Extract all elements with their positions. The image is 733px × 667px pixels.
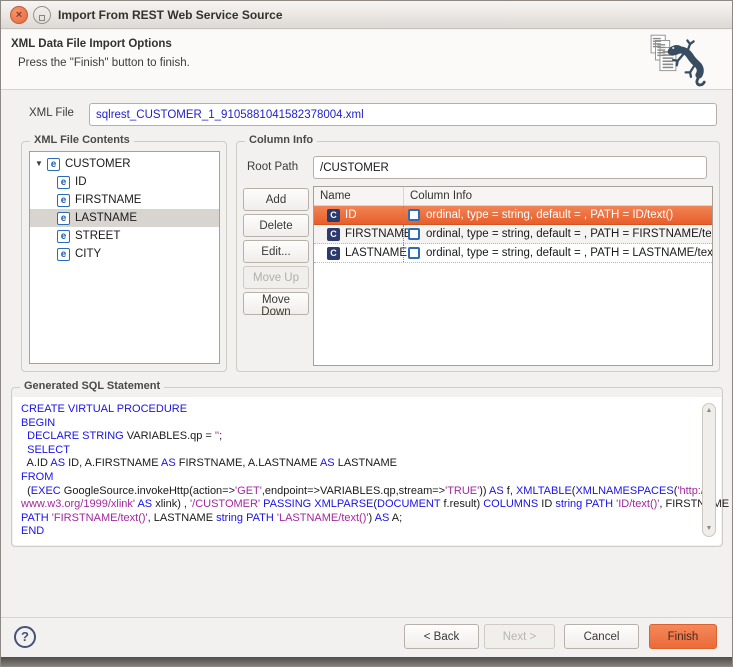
sql-line: DECLARE STRING VARIABLES.qp = ''; — [27, 430, 223, 443]
element-icon: e — [57, 229, 70, 243]
tree-item-label: LASTNAME — [75, 212, 137, 224]
tree-expander-icon[interactable]: ▼ — [35, 155, 47, 173]
delete-button[interactable]: Delete — [243, 214, 309, 237]
tree-item-id[interactable]: e ID — [30, 173, 219, 191]
column-name: ID — [345, 209, 357, 221]
sql-line: BEGIN — [21, 416, 56, 429]
sql-line: SELECT — [27, 443, 70, 456]
tree-item-street[interactable]: e STREET — [30, 227, 219, 245]
tree-item-label: ID — [75, 176, 87, 188]
sql-statement-area: CREATE VIRTUAL PROCEDURE BEGIN DECLARE ST… — [13, 397, 733, 545]
tree-item-label: FIRSTNAME — [75, 194, 142, 206]
columns-table-header: Name Column Info — [314, 187, 712, 206]
tree-item-label: CUSTOMER — [65, 158, 131, 170]
help-icon[interactable]: ? — [14, 626, 36, 648]
column-name-cell: C FIRSTNAME — [314, 225, 411, 243]
table-row[interactable]: C ID ordinal, type = string, default = , P… — [314, 206, 712, 225]
sql-line: www.w3.org/1999/xlink' AS xlink) , '/CUS… — [21, 498, 733, 511]
xml-file-label: XML File — [29, 107, 74, 119]
column-info-group: Column Info Root Path Add Delete Edit... Mo… — [236, 134, 720, 372]
button-bar: ? < Back Next > Cancel Finish — [1, 617, 732, 657]
sql-line: PATH 'FIRSTNAME/text()', LASTNAME string… — [21, 511, 403, 524]
column-name-cell: C LASTNAME — [314, 244, 407, 262]
page-title: XML Data File Import Options — [11, 38, 172, 50]
scroll-down-icon[interactable]: ▼ — [704, 523, 714, 535]
finish-button[interactable]: Finish — [649, 624, 717, 649]
tree-item-lastname[interactable]: e LASTNAME — [30, 209, 219, 227]
column-info-text: ordinal, type = string, default = , PATH… — [426, 209, 674, 221]
add-button[interactable]: Add — [243, 188, 309, 211]
columns-table[interactable]: Name Column Info C ID ordinal, type = stri… — [313, 186, 713, 366]
column-info-cell: ordinal, type = string, default = , PATH… — [404, 228, 712, 240]
root-path-label: Root Path — [247, 161, 299, 173]
sql-statement-text: CREATE VIRTUAL PROCEDURE BEGIN DECLARE ST… — [21, 403, 733, 539]
tree-item-label: CITY — [75, 248, 102, 260]
checkbox-icon[interactable] — [408, 209, 420, 221]
tree-item-label: STREET — [75, 230, 121, 242]
column-name: LASTNAME — [345, 247, 407, 259]
tree-item-firstname[interactable]: e FIRSTNAME — [30, 191, 219, 209]
column-icon: C — [327, 208, 340, 222]
move-up-button[interactable]: Move Up — [243, 266, 309, 289]
teiid-lizard-documents-icon — [650, 34, 706, 87]
table-row[interactable]: C FIRSTNAME ordinal, type = string, defaul… — [314, 225, 712, 244]
column-icon: C — [327, 246, 340, 260]
element-icon: e — [57, 211, 70, 225]
scroll-up-icon[interactable]: ▲ — [704, 405, 714, 417]
column-icon: C — [327, 227, 340, 241]
column-info-cell: ordinal, type = string, default = , PATH… — [404, 209, 712, 221]
sql-vertical-scrollbar[interactable]: ▲ ▼ — [702, 403, 716, 537]
xml-file-input[interactable] — [89, 103, 717, 126]
sql-line: A.ID AS ID, A.FIRSTNAME AS FIRSTNAME, A.… — [21, 457, 398, 470]
title-bar: × Import From REST Web Service Source — [1, 1, 732, 29]
element-icon: e — [57, 193, 70, 207]
window-bottom-edge — [1, 657, 732, 666]
column-info-group-title: Column Info — [245, 134, 318, 146]
sql-line: FROM — [21, 470, 54, 483]
checkbox-icon[interactable] — [408, 228, 420, 240]
generated-sql-group: Generated SQL Statement CREATE VIRTUAL P… — [11, 380, 733, 547]
restore-icon[interactable] — [33, 6, 51, 24]
checkbox-icon[interactable] — [408, 247, 420, 259]
sql-line: CREATE VIRTUAL PROCEDURE — [21, 403, 188, 415]
column-header-info: Column Info — [410, 190, 473, 202]
root-path-input[interactable] — [313, 156, 707, 179]
element-icon: e — [57, 175, 70, 189]
wizard-header: XML Data File Import Options Press the "… — [1, 30, 732, 90]
xml-file-contents-group-title: XML File Contents — [30, 134, 134, 146]
tree-item-city[interactable]: e CITY — [30, 245, 219, 263]
column-info-text: ordinal, type = string, default = , PATH… — [426, 247, 712, 259]
import-wizard-dialog: × Import From REST Web Service Source XM… — [0, 0, 733, 667]
column-name: FIRSTNAME — [345, 228, 412, 240]
page-subtitle: Press the "Finish" button to finish. — [18, 57, 190, 69]
columns-table-body: C ID ordinal, type = string, default = , P… — [314, 206, 712, 263]
cancel-button[interactable]: Cancel — [564, 624, 639, 649]
next-button[interactable]: Next > — [484, 624, 555, 649]
column-info-cell: ordinal, type = string, default = , PATH… — [404, 247, 712, 259]
move-down-button[interactable]: Move Down — [243, 292, 309, 318]
table-row[interactable]: C LASTNAME ordinal, type = string, default… — [314, 244, 712, 263]
restore-square-glyph — [39, 14, 45, 21]
close-icon[interactable]: × — [10, 6, 28, 24]
xml-file-contents-group: XML File Contents ▼ e CUSTOMER e ID e FIRSTNAM… — [21, 134, 227, 372]
xml-contents-tree[interactable]: ▼ e CUSTOMER e ID e FIRSTNAME e LASTNAME e STREET e… — [29, 151, 220, 364]
generated-sql-group-title: Generated SQL Statement — [20, 380, 165, 392]
tree-item-root[interactable]: ▼ e CUSTOMER — [30, 155, 219, 173]
sql-line: (EXEC GoogleSource.invokeHttp(action=>'G… — [21, 484, 707, 497]
element-icon: e — [47, 157, 60, 171]
window-title: Import From REST Web Service Source — [58, 8, 283, 22]
column-action-buttons: Add Delete Edit... Move Up Move Down — [243, 188, 309, 318]
element-icon: e — [57, 247, 70, 261]
column-header-name: Name — [314, 187, 404, 205]
back-button[interactable]: < Back — [404, 624, 479, 649]
column-info-text: ordinal, type = string, default = , PATH… — [426, 228, 712, 240]
sql-line: END — [21, 525, 45, 538]
edit-button[interactable]: Edit... — [243, 240, 309, 263]
column-name-cell: C ID — [314, 206, 404, 224]
